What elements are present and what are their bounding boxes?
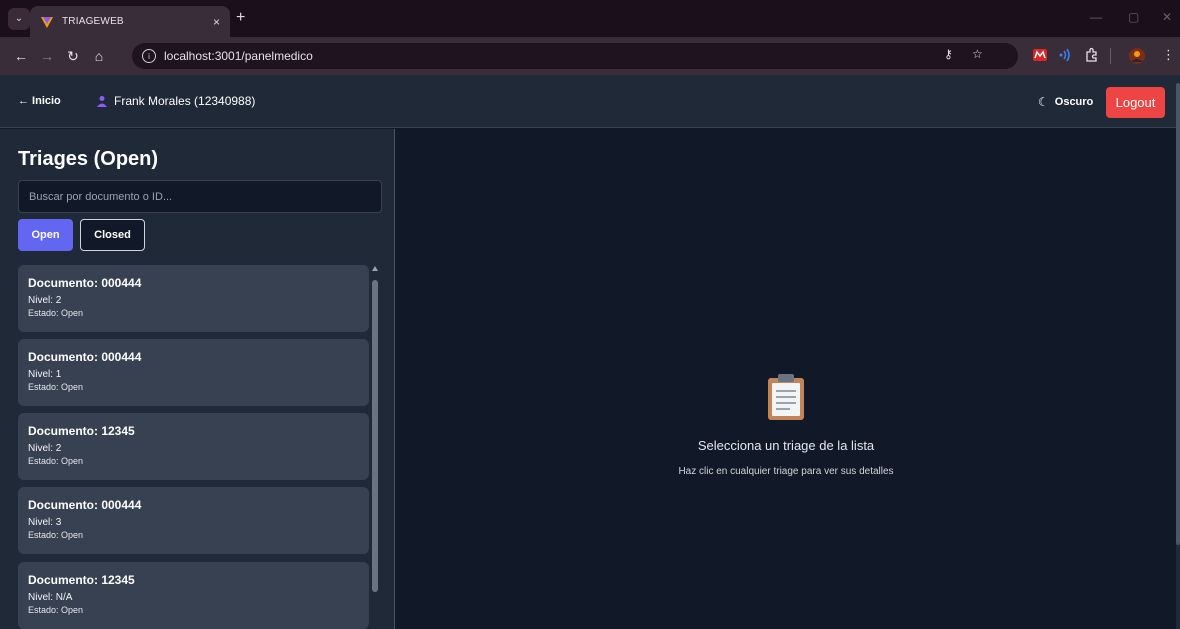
- card-status: Estado: Open: [28, 382, 84, 392]
- card-status: Estado: Open: [28, 530, 84, 540]
- page-scroll-thumb[interactable]: [1176, 83, 1180, 545]
- new-tab-icon[interactable]: +: [236, 9, 245, 27]
- user-name: Frank Morales (12340988): [114, 94, 256, 108]
- card-status: Estado: Open: [28, 308, 84, 318]
- triageweb-favicon-icon: [41, 16, 53, 28]
- list-scrollbar[interactable]: [370, 265, 380, 629]
- address-bar[interactable]: i localhost:3001/panelmedico ⚷ ☆: [132, 43, 1018, 69]
- password-key-icon[interactable]: ⚷: [944, 47, 953, 61]
- browser-tab[interactable]: TRIAGEWEB ×: [30, 6, 230, 37]
- theme-label: Oscuro: [1054, 96, 1094, 108]
- card-level: Nivel: 2: [28, 295, 62, 306]
- empty-state-title: Selecciona un triage de la lista: [697, 438, 875, 453]
- toolbar-divider: [1110, 48, 1111, 64]
- triage-card[interactable]: Documento: 12345 Nivel: 2 Estado: Open: [18, 413, 369, 480]
- app-header: ← Inicio Frank Morales (12340988) ☾ Oscu…: [0, 75, 1180, 128]
- home-icon[interactable]: ⌂: [86, 48, 112, 64]
- triage-card[interactable]: Documento: 000444 Nivel: 3 Estado: Open: [18, 487, 369, 554]
- triage-detail-panel: Selecciona un triage de la lista Haz cli…: [396, 129, 1176, 629]
- theme-toggle-button[interactable]: ☾ Oscuro: [1038, 95, 1093, 109]
- card-status: Estado: Open: [28, 605, 84, 615]
- triage-card[interactable]: Documento: 000444 Nivel: 2 Estado: Open: [18, 265, 369, 332]
- back-icon[interactable]: ←: [8, 48, 34, 64]
- browser-menu-icon[interactable]: ⋮: [1162, 47, 1175, 63]
- tab-close-icon[interactable]: ×: [213, 15, 220, 29]
- scroll-up-arrow-icon[interactable]: [372, 266, 378, 271]
- tab-search-chevron-icon[interactable]: ⌄: [8, 7, 30, 30]
- reload-icon[interactable]: ↻: [60, 48, 86, 65]
- url-text[interactable]: localhost:3001/panelmedico: [164, 49, 313, 63]
- card-level: Nivel: 3: [28, 517, 62, 528]
- card-document: Documento: 000444: [28, 276, 142, 290]
- empty-state-subtitle: Haz clic en cualquier triage para ver su…: [678, 466, 894, 477]
- scroll-thumb[interactable]: [372, 280, 378, 592]
- triage-list: Documento: 000444 Nivel: 2 Estado: Open …: [18, 265, 370, 629]
- card-document: Documento: 12345: [28, 424, 135, 438]
- extension-red-icon[interactable]: [1032, 47, 1048, 63]
- search-input[interactable]: [18, 180, 382, 213]
- user-icon: [97, 96, 107, 107]
- bookmark-star-icon[interactable]: ☆: [972, 47, 983, 61]
- sidebar-title: Triages (Open): [18, 148, 159, 170]
- browser-toolbar: ← → ↻ ⌂ i localhost:3001/panelmedico ⚷ ☆…: [0, 37, 1180, 75]
- moon-icon: ☾: [1038, 95, 1049, 109]
- minimize-icon[interactable]: —: [1090, 10, 1102, 24]
- filter-closed-button[interactable]: Closed: [80, 219, 145, 251]
- card-status: Estado: Open: [28, 456, 84, 466]
- tab-title: TRIAGEWEB: [62, 16, 124, 27]
- triage-card[interactable]: Documento: 000444 Nivel: 1 Estado: Open: [18, 339, 369, 406]
- card-level: Nivel: N/A: [28, 592, 73, 603]
- profile-avatar-icon[interactable]: [1128, 47, 1146, 65]
- clipboard-icon: [768, 374, 804, 420]
- home-link[interactable]: ← Inicio: [18, 95, 61, 107]
- restore-icon[interactable]: ▢: [1128, 10, 1139, 24]
- forward-icon[interactable]: →: [34, 48, 60, 64]
- card-document: Documento: 000444: [28, 350, 142, 364]
- filter-open-button[interactable]: Open: [18, 219, 73, 251]
- card-level: Nivel: 2: [28, 443, 62, 454]
- extension-audio-icon[interactable]: [1058, 48, 1072, 62]
- card-document: Documento: 12345: [28, 573, 135, 587]
- triage-card[interactable]: Documento: 12345 Nivel: N/A Estado: Open: [18, 562, 369, 629]
- extensions-puzzle-icon[interactable]: [1084, 47, 1100, 63]
- window-close-icon[interactable]: ✕: [1162, 10, 1172, 24]
- triage-sidebar: Triages (Open) Open Closed Documento: 00…: [0, 129, 395, 629]
- user-info: Frank Morales (12340988): [96, 94, 255, 108]
- page-scrollbar[interactable]: [1176, 75, 1180, 629]
- logout-button[interactable]: Logout: [1106, 87, 1165, 118]
- card-level: Nivel: 1: [28, 369, 62, 380]
- browser-tabbar: ⌄ TRIAGEWEB × + — ▢ ✕: [0, 0, 1180, 37]
- card-document: Documento: 000444: [28, 498, 142, 512]
- site-info-icon[interactable]: i: [142, 49, 156, 63]
